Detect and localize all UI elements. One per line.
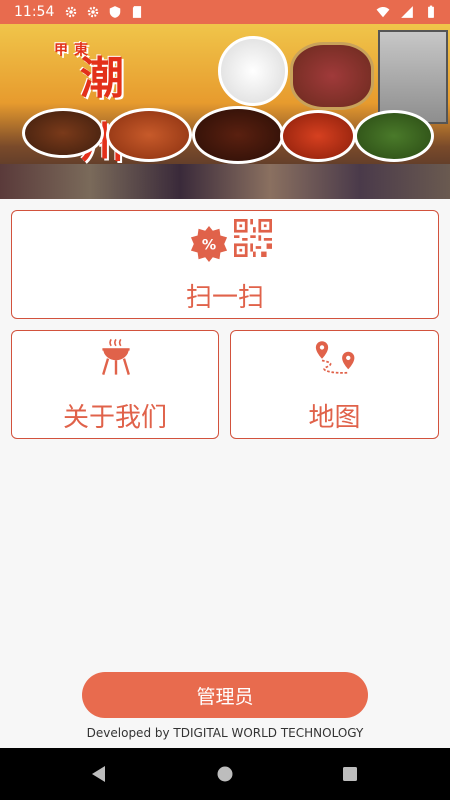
discount-badge-icon: % <box>190 225 228 263</box>
signal-icon <box>401 6 413 18</box>
scan-button[interactable]: % 扫一扫 <box>11 210 439 319</box>
grill-icon <box>102 338 130 375</box>
food-image <box>280 110 356 162</box>
status-left-icons <box>64 5 144 19</box>
gear-icon <box>87 6 99 18</box>
restaurant-banner: 東甲 潮州粥 <box>0 24 450 199</box>
restaurant-crowd <box>0 164 450 199</box>
food-image <box>218 36 288 106</box>
food-image <box>106 108 192 162</box>
status-time: 11:54 <box>14 4 55 20</box>
about-us-label: 关于我们 <box>62 403 167 433</box>
qr-code-icon <box>234 219 272 257</box>
food-image <box>290 42 374 110</box>
shield-icon <box>109 6 121 18</box>
status-right-icons <box>376 5 438 19</box>
developer-credit: Developed by TDIGITAL WORLD TECHNOLOGY <box>86 726 364 740</box>
scan-label: 扫一扫 <box>185 283 264 313</box>
system-nav-bar <box>0 748 450 800</box>
svg-text:%: % <box>202 238 216 254</box>
status-bar: 11:54 <box>0 0 450 24</box>
wifi-icon <box>376 7 390 18</box>
map-label: 地图 <box>308 403 361 433</box>
about-us-button[interactable]: 关于我们 <box>11 330 219 439</box>
food-image <box>192 106 284 164</box>
battery-icon <box>428 5 434 18</box>
food-image <box>354 110 434 162</box>
gear-icon <box>65 6 77 18</box>
map-button[interactable]: 地图 <box>230 330 439 439</box>
sd-card-icon <box>132 6 142 18</box>
home-icon[interactable] <box>215 764 235 784</box>
admin-button[interactable]: 管理员 <box>82 672 368 718</box>
back-icon[interactable] <box>89 764 109 784</box>
route-map-icon <box>315 341 355 374</box>
recents-icon[interactable] <box>340 764 360 784</box>
food-image <box>22 108 104 158</box>
